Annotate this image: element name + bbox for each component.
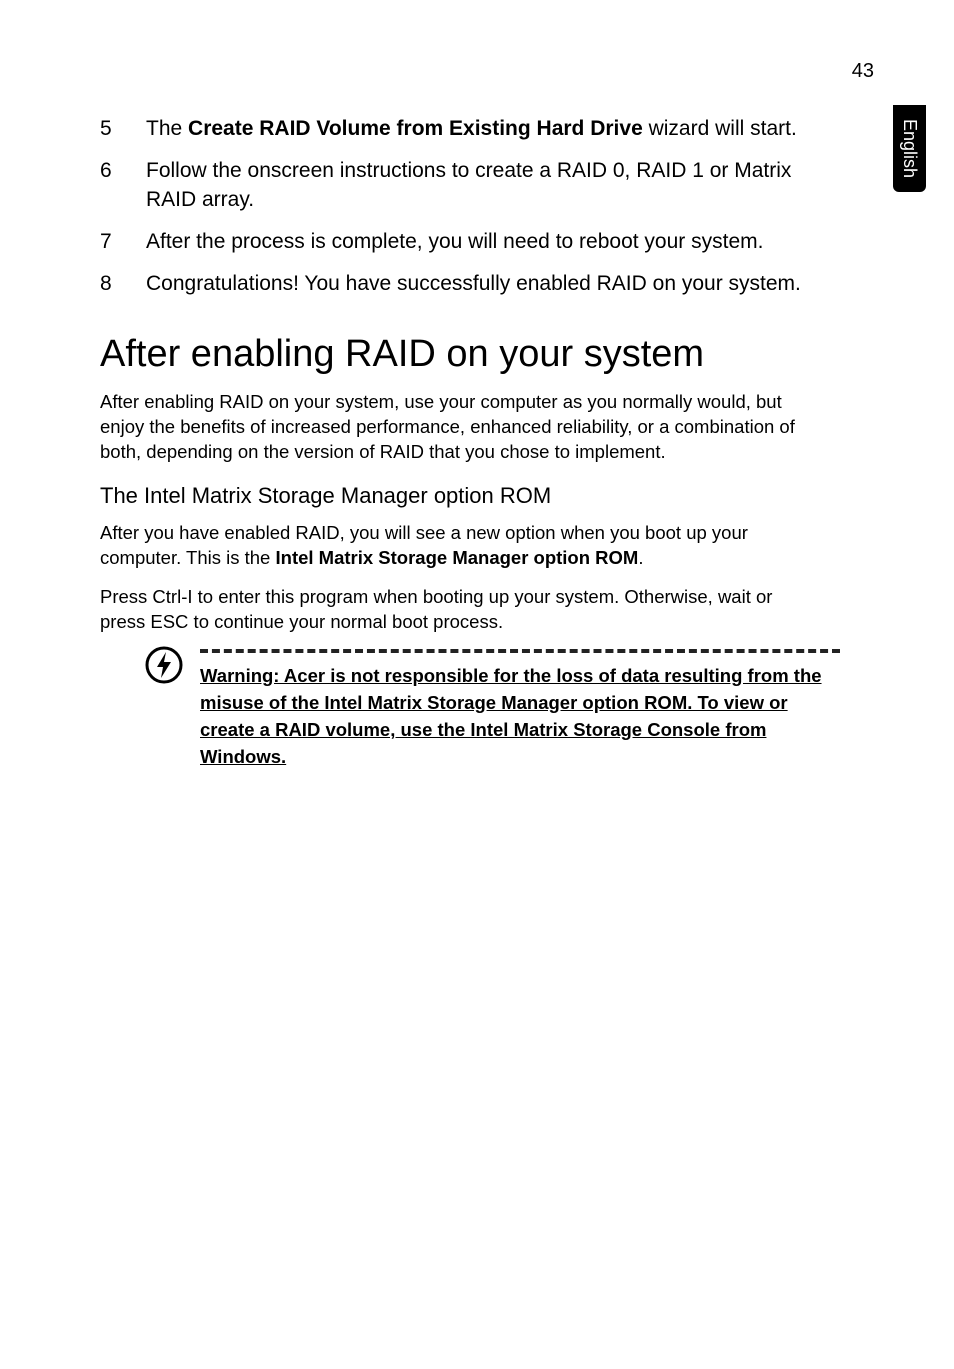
step-text: Congratulations! You have successfully e… bbox=[146, 272, 801, 295]
dashed-divider bbox=[200, 649, 840, 653]
step-item: After the process is complete, you will … bbox=[100, 228, 820, 256]
step-text-bold: Create RAID Volume from Existing Hard Dr… bbox=[188, 117, 643, 140]
step-item: The Create RAID Volume from Existing Har… bbox=[100, 115, 820, 143]
step-list: The Create RAID Volume from Existing Har… bbox=[100, 115, 820, 299]
language-tab: English bbox=[893, 105, 926, 192]
page-content: The Create RAID Volume from Existing Har… bbox=[100, 115, 820, 770]
lightning-warning-icon bbox=[144, 645, 184, 690]
subsection-heading: The Intel Matrix Storage Manager option … bbox=[100, 483, 820, 509]
warning-block: Warning: Acer is not responsible for the… bbox=[100, 649, 820, 770]
step-text: Follow the onscreen instructions to crea… bbox=[146, 159, 791, 210]
step-text-post: wizard will start. bbox=[643, 117, 797, 140]
warning-text: Warning: Acer is not responsible for the… bbox=[200, 663, 840, 770]
section-heading: After enabling RAID on your system bbox=[100, 333, 820, 377]
step-item: Congratulations! You have successfully e… bbox=[100, 270, 820, 298]
section-paragraph: After enabling RAID on your system, use … bbox=[100, 390, 820, 465]
page-number: 43 bbox=[852, 60, 874, 83]
sub-para1-post: . bbox=[638, 547, 643, 568]
sub-para1-bold: Intel Matrix Storage Manager option ROM bbox=[276, 547, 639, 568]
subsection-paragraph-2: Press Ctrl-I to enter this program when … bbox=[100, 585, 820, 635]
step-text: After the process is complete, you will … bbox=[146, 230, 763, 253]
subsection-paragraph: After you have enabled RAID, you will se… bbox=[100, 521, 820, 571]
step-item: Follow the onscreen instructions to crea… bbox=[100, 157, 820, 214]
step-text-pre: The bbox=[146, 117, 188, 140]
